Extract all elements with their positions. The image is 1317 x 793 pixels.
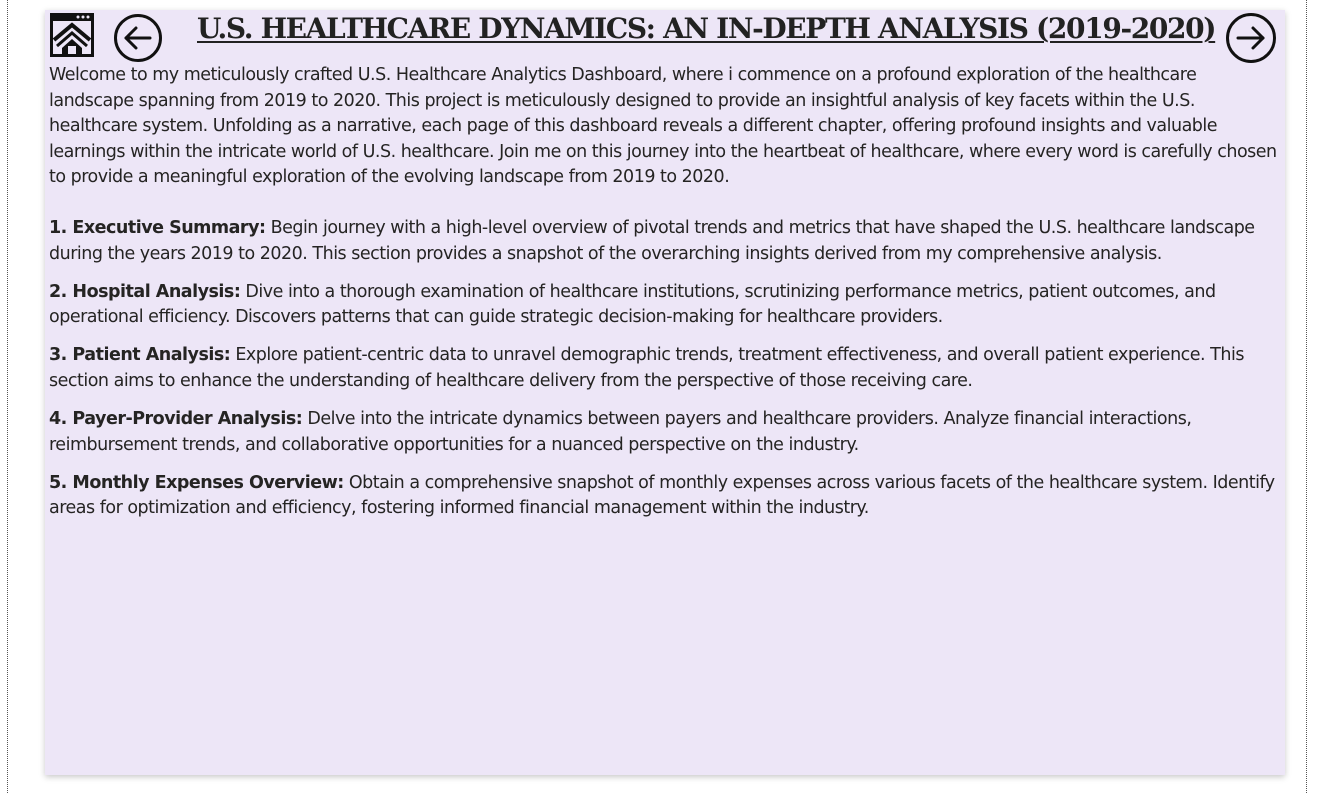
intro-paragraph: Welcome to my meticulously crafted U.S. … (49, 65, 1277, 188)
report-canvas: U.S. HEALTHCARE DYNAMICS: AN IN-DEPTH AN… (45, 10, 1285, 775)
home-dashboard-icon (50, 13, 94, 57)
page-border-left (7, 0, 8, 793)
section-executive-summary: 1. Executive Summary: Begin journey with… (49, 216, 1285, 267)
section-heading: 3. Patient Analysis: (49, 345, 231, 366)
section-heading: 4. Payer-Provider Analysis: (49, 409, 303, 430)
section-patient-analysis: 3. Patient Analysis: Explore patient-cen… (49, 343, 1285, 394)
page-border-right (1306, 0, 1307, 793)
section-heading: 1. Executive Summary: (49, 217, 266, 238)
section-heading: 5. Monthly Expenses Overview: (49, 472, 344, 493)
next-button[interactable] (1225, 12, 1277, 64)
dashboard-description: Welcome to my meticulously crafted U.S. … (49, 63, 1285, 534)
section-monthly-expenses-overview: 5. Monthly Expenses Overview: Obtain a c… (49, 471, 1285, 522)
section-hospital-analysis: 2. Hospital Analysis: Dive into a thorou… (49, 280, 1285, 331)
section-heading: 2. Hospital Analysis: (49, 281, 241, 302)
home-button[interactable] (49, 12, 95, 58)
arrow-left-circle-icon (114, 14, 162, 62)
arrow-right-circle-icon (1226, 13, 1276, 63)
page-title: U.S. HEALTHCARE DYNAMICS: AN IN-DEPTH AN… (197, 12, 1217, 45)
back-button[interactable] (113, 13, 163, 63)
section-payer-provider-analysis: 4. Payer-Provider Analysis: Delve into t… (49, 407, 1285, 458)
